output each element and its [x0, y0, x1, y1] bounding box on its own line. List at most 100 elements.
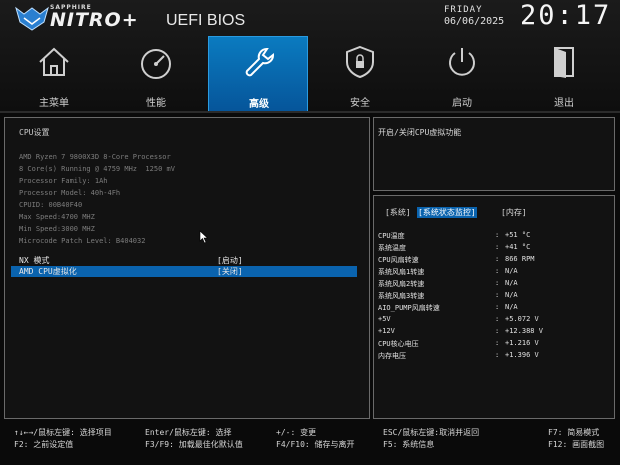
cpu-info-line: Min Speed:3000 MHZ	[19, 225, 95, 233]
key-hint: F12: 画面截图	[548, 440, 605, 449]
help-text: 开启/关闭CPU虚拟功能	[378, 128, 462, 137]
tab-label: 性能	[146, 98, 166, 109]
monitor-tab-status[interactable]: [系统状态监控]	[417, 207, 477, 218]
colon: :	[495, 231, 500, 239]
option-label: AMD CPU虚拟化	[19, 267, 77, 276]
tab-exit[interactable]: 退出	[514, 36, 614, 112]
key-hint: ESC/鼠标左键:取消并返回	[383, 428, 480, 437]
settings-panel: CPU设置 AMD Ryzen 7 9800X3D 8-Core Process…	[4, 117, 370, 419]
colon: :	[495, 315, 500, 323]
key-help-footer: ↑↓←→/鼠标左键: 选择项目 F2: 之前设定值 Enter/鼠标左键: 选择…	[0, 422, 620, 465]
key-hint: F4/F10: 储存与离开	[276, 440, 355, 449]
colon: :	[495, 279, 500, 287]
monitor-value: N/A	[505, 291, 518, 299]
exit-door-icon	[554, 47, 574, 78]
monitor-label: 系统温度	[378, 244, 406, 252]
colon: :	[495, 303, 500, 311]
main-tabs: 主菜单 性能 高级 安全 启动 退出	[0, 36, 620, 112]
tab-label: 启动	[452, 98, 472, 109]
wrench-icon	[245, 48, 274, 77]
brand-nitro: NITRO+	[50, 9, 139, 31]
monitor-value: +1.216 V	[505, 339, 539, 347]
home-icon	[39, 47, 69, 76]
section-title: CPU设置	[19, 128, 50, 137]
tab-label: 安全	[350, 98, 370, 109]
colon: :	[495, 243, 500, 251]
cpu-info-line: Max Speed:4700 MHZ	[19, 213, 95, 221]
key-hint: Enter/鼠标左键: 选择	[145, 428, 232, 437]
cpu-info-line: Processor Family: 1Ah	[19, 177, 108, 185]
monitor-label: +12V	[378, 327, 395, 335]
colon: :	[495, 291, 500, 299]
monitor-row-12v: +12V: +12.388 V	[378, 327, 614, 337]
mouse-pointer-icon	[199, 230, 209, 244]
monitor-label: CPU温度	[378, 232, 405, 240]
hardware-monitor-panel: [系统] [系统状态监控] [内存] CPU温度: +51 °C 系统温度: +41…	[373, 195, 615, 419]
bios-title: UEFI BIOS	[166, 12, 246, 29]
cpu-info-line: Microcode Patch Level: B404032	[19, 237, 146, 245]
tab-label: 主菜单	[39, 98, 69, 109]
option-nx-mode[interactable]: NX 模式 [启动]	[11, 255, 357, 266]
monitor-label: 系统风扇1转速	[378, 268, 425, 276]
monitor-row-sys-fan1: 系统风扇1转速: N/A	[378, 267, 614, 277]
monitor-label: CPU风扇转速	[378, 256, 419, 264]
key-hint: +/-: 变更	[276, 428, 317, 437]
monitor-value: 866 RPM	[505, 255, 535, 263]
tab-boot[interactable]: 启动	[412, 36, 512, 112]
colon: :	[495, 255, 500, 263]
key-hint: F7: 简易模式	[548, 428, 600, 437]
monitor-row-5v: +5V: +5.072 V	[378, 315, 614, 325]
monitor-value: +41 °C	[505, 243, 531, 251]
cpu-info-line: AMD Ryzen 7 9800X3D 8-Core Processor	[19, 153, 171, 161]
option-label: NX 模式	[19, 256, 50, 265]
monitor-label: +5V	[378, 315, 391, 323]
monitor-value: +1.396 V	[505, 351, 539, 359]
monitor-tab-system[interactable]: [系统]	[384, 207, 412, 218]
monitor-tab-memory[interactable]: [内存]	[500, 207, 528, 218]
colon: :	[495, 327, 500, 335]
monitor-row-sys-fan2: 系统风扇2转速: N/A	[378, 279, 614, 289]
monitor-row-sys-fan3: 系统风扇3转速: N/A	[378, 291, 614, 301]
key-hint: F3/F9: 加载最佳化默认值	[145, 440, 243, 449]
monitor-label: 系统风扇2转速	[378, 280, 425, 288]
monitor-row-cpu-vcore: CPU核心电压: +1.216 V	[378, 339, 614, 349]
date: 06/06/2025	[444, 16, 505, 27]
cpu-info-line: 8 Core(s) Running @ 4759 MHz 1250 mV	[19, 165, 175, 173]
help-panel: 开启/关闭CPU虚拟功能	[373, 117, 615, 191]
monitor-row-system-temp: 系统温度: +41 °C	[378, 243, 614, 253]
key-hint: ↑↓←→/鼠标左键: 选择项目	[14, 428, 112, 437]
monitor-label: 系统风扇3转速	[378, 292, 425, 300]
monitor-row-cpu-fan: CPU风扇转速:866 RPM	[378, 255, 614, 265]
monitor-row-cpu-temp: CPU温度: +51 °C	[378, 231, 614, 241]
clock: 20:17	[520, 0, 612, 31]
monitor-row-dram-voltage: 内存电压: +1.396 V	[378, 351, 614, 361]
shield-lock-icon	[346, 45, 374, 79]
weekday: FRIDAY	[444, 5, 483, 15]
speedometer-icon	[141, 49, 171, 79]
monitor-value: +51 °C	[505, 231, 531, 239]
tab-advanced[interactable]: 高级	[208, 36, 308, 112]
colon: :	[495, 339, 500, 347]
tab-performance[interactable]: 性能	[106, 36, 206, 112]
key-hint: F2: 之前设定值	[14, 440, 74, 449]
tab-main[interactable]: 主菜单	[4, 36, 104, 112]
power-icon	[449, 48, 475, 76]
option-value[interactable]: [启动]	[217, 255, 243, 266]
monitor-value: N/A	[505, 279, 518, 287]
tab-label: 高级	[249, 99, 269, 110]
monitor-label: CPU核心电压	[378, 340, 419, 348]
cpu-info-line: Processor Model: 40h-4Fh	[19, 189, 121, 197]
monitor-row-aio-pump: AIO_PUMP风扇转速: N/A	[378, 303, 614, 313]
colon: :	[495, 267, 500, 275]
header-divider	[0, 111, 620, 113]
monitor-value: +12.388 V	[505, 327, 543, 335]
colon: :	[495, 351, 500, 359]
option-value[interactable]: [关闭]	[217, 266, 243, 277]
monitor-value: N/A	[505, 267, 518, 275]
tab-label: 退出	[554, 98, 574, 109]
option-amd-cpu-virtualization[interactable]: AMD CPU虚拟化 [关闭]	[11, 266, 357, 277]
monitor-label: 内存电压	[378, 352, 406, 360]
tab-security[interactable]: 安全	[310, 36, 410, 112]
monitor-value: +5.072 V	[505, 315, 539, 323]
monitor-value: N/A	[505, 303, 518, 311]
